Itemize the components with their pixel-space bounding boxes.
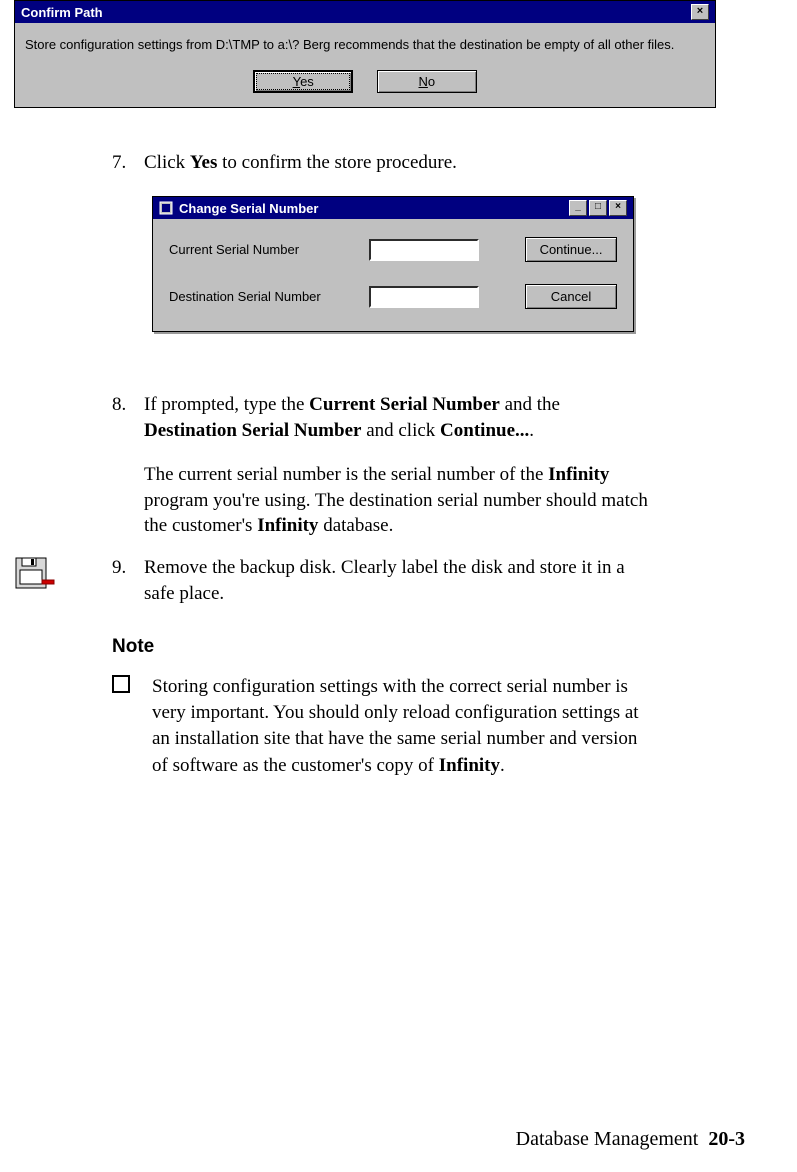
destination-serial-label: Destination Serial Number	[169, 289, 369, 304]
destination-serial-input[interactable]	[369, 286, 479, 308]
no-button[interactable]: No	[377, 70, 477, 93]
floppy-disk-icon	[14, 552, 58, 592]
page-footer: Database Management 20-3	[0, 1128, 797, 1151]
confirm-path-dialog: Confirm Path × Store configuration setti…	[14, 0, 716, 108]
step-8-detail: The current serial number is the serial …	[112, 462, 652, 539]
checkbox-bullet-icon	[112, 675, 130, 693]
confirm-path-titlebar[interactable]: Confirm Path ×	[15, 1, 715, 23]
change-serial-title: Change Serial Number	[179, 201, 567, 216]
step-number: 7.	[112, 150, 140, 176]
minimize-icon[interactable]: _	[569, 200, 587, 216]
step-9: 9. Remove the backup disk. Clearly label…	[112, 555, 652, 606]
confirm-path-message: Store configuration settings from D:\TMP…	[15, 23, 715, 60]
step-8: 8. If prompted, type the Current Serial …	[112, 392, 652, 443]
step-number: 8.	[112, 392, 140, 418]
note-heading: Note	[112, 636, 154, 658]
note-body: Storing configuration settings with the …	[112, 674, 652, 779]
close-icon[interactable]: ×	[691, 4, 709, 20]
step-7: 7. Click Yes to confirm the store proced…	[112, 150, 652, 176]
change-serial-titlebar[interactable]: Change Serial Number _ □ ×	[153, 197, 633, 219]
step-number: 9.	[112, 555, 140, 581]
current-serial-input[interactable]	[369, 239, 479, 261]
page-number: 20-3	[708, 1128, 745, 1150]
confirm-path-title: Confirm Path	[21, 5, 103, 20]
change-serial-dialog: Change Serial Number _ □ × Current Seria…	[152, 196, 634, 332]
continue-button[interactable]: Continue...	[525, 237, 617, 262]
yes-button[interactable]: Yes	[253, 70, 353, 93]
maximize-icon[interactable]: □	[589, 200, 607, 216]
current-serial-label: Current Serial Number	[169, 242, 369, 257]
close-icon[interactable]: ×	[609, 200, 627, 216]
app-icon	[159, 201, 173, 215]
cancel-button[interactable]: Cancel	[525, 284, 617, 309]
